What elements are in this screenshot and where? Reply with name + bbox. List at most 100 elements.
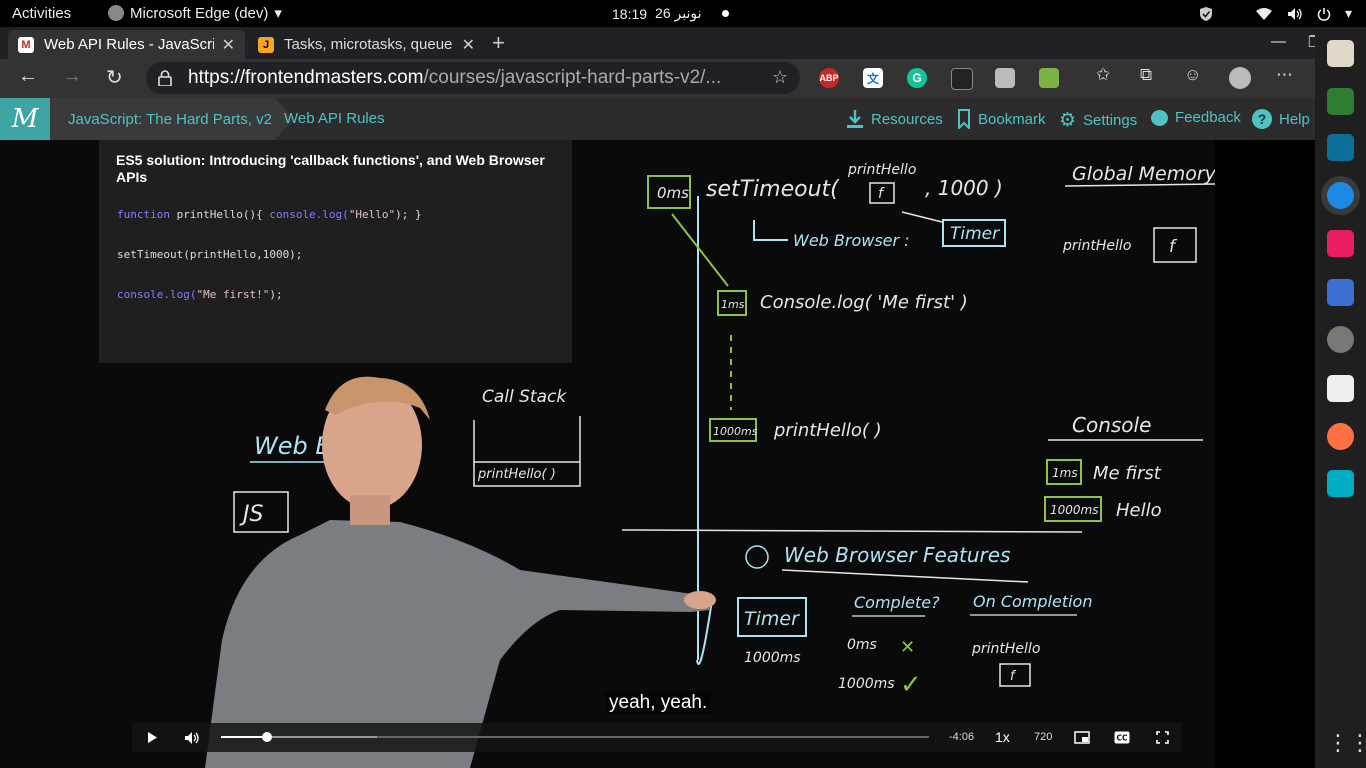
volume-icon[interactable] — [184, 731, 200, 745]
new-tab-button[interactable]: + — [492, 30, 505, 56]
subtitle-caption: yeah, yeah. — [605, 692, 712, 714]
playback-speed-button[interactable]: 1x — [995, 729, 1010, 745]
player-controls: -4:06 1x 720 CC — [132, 723, 1182, 752]
wb-zero-ms: 0ms — [847, 637, 877, 653]
progress-handle[interactable] — [262, 732, 273, 742]
bookmark-link[interactable]: Bookmark — [957, 109, 1046, 129]
more-options-icon[interactable]: ⋯ — [1276, 65, 1293, 85]
show-applications-icon[interactable]: ⋮⋮ — [1327, 730, 1366, 757]
fullscreen-icon[interactable] — [1156, 731, 1169, 744]
time-remaining: -4:06 — [949, 731, 975, 743]
close-tab-icon[interactable]: ✕ — [222, 35, 235, 55]
feedback-label: Feedback — [1175, 109, 1241, 126]
address-bar[interactable]: https://frontendmasters.com/courses/java… — [146, 62, 800, 94]
code-call: console.log( — [117, 288, 197, 301]
wb-global-memory: Global Memory — [1072, 163, 1215, 185]
breadcrumb-course[interactable]: JavaScript: The Hard Parts, v2 — [50, 98, 294, 140]
app-icon[interactable] — [1327, 134, 1354, 161]
close-tab-icon[interactable]: ✕ — [462, 35, 475, 55]
activities-button[interactable]: Activities — [12, 5, 71, 22]
back-arrow-icon[interactable]: ← — [18, 65, 38, 88]
clock[interactable]: 18:19 26 نونبر — [612, 5, 729, 22]
help-label: Help — [1279, 110, 1310, 128]
help-circle-icon: ? — [1252, 109, 1272, 129]
tab-title: Web API Rules - JavaScrip — [44, 36, 214, 53]
adblock-plus-icon[interactable]: ABP — [819, 68, 839, 88]
postman-icon[interactable] — [1327, 423, 1354, 450]
wb-console-title: Console — [1072, 413, 1151, 437]
quality-button[interactable]: 720 — [1034, 731, 1052, 743]
wb-call-stack-item: printHello( ) — [477, 467, 556, 482]
slide-title: ES5 solution: Introducing 'callback func… — [116, 152, 545, 185]
svg-text:CC: CC — [1117, 734, 1129, 743]
settings-link[interactable]: ⚙ Settings — [1059, 109, 1137, 132]
progress-bar[interactable] — [221, 732, 929, 742]
wb-call-stack: Call Stack — [482, 387, 567, 407]
clock-date: 26 نونبر — [655, 5, 702, 21]
wb-1ms: 1ms — [721, 298, 745, 311]
collections-icon[interactable]: ⧉ — [1140, 65, 1152, 85]
wb-thousand: , 1000 ) — [925, 176, 1003, 200]
frontendmasters-logo[interactable]: M — [0, 98, 50, 140]
application-dock: ⋮⋮ — [1315, 27, 1366, 768]
extension-icon[interactable] — [951, 68, 973, 90]
system-top-bar: Activities Microsoft Edge (dev) ▾ 18:19 … — [0, 0, 1366, 27]
edge-app-icon — [108, 5, 124, 21]
app-menu-label: Microsoft Edge (dev) — [130, 4, 269, 22]
wb-thousand-ms: 1000ms — [838, 676, 895, 692]
code-line-2: setTimeout(printHello,1000); — [117, 248, 303, 261]
document-viewer-icon[interactable] — [1327, 375, 1354, 402]
wb-timer: Timer — [950, 224, 1000, 244]
help-link[interactable]: ? Help — [1252, 109, 1310, 129]
grammarly-icon[interactable]: G — [907, 68, 927, 88]
clock-app-icon[interactable] — [1327, 326, 1354, 353]
wb-web-browser: Web Browser : — [793, 231, 910, 250]
wb-printhello-mem: printHello — [1062, 238, 1131, 254]
favorite-star-icon[interactable]: ☆ — [772, 67, 788, 88]
screenshot-icon[interactable] — [1327, 279, 1354, 306]
edge-dev-icon[interactable] — [1327, 182, 1354, 209]
breadcrumb-lesson[interactable]: Web API Rules — [284, 110, 385, 127]
wb-js: JS — [239, 502, 263, 527]
wb-console-log: Console.log( 'Me first' ) — [760, 292, 968, 313]
gear-icon: ⚙ — [1059, 110, 1077, 131]
picture-in-picture-icon[interactable] — [1074, 731, 1090, 744]
system-tray[interactable]: ▾ — [1199, 5, 1352, 22]
intellij-icon[interactable] — [1327, 230, 1354, 257]
code-text: ); } — [395, 208, 422, 221]
closed-captions-icon[interactable]: CC — [1114, 731, 1130, 744]
profile-avatar[interactable] — [1229, 67, 1251, 89]
app-menu[interactable]: Microsoft Edge (dev) ▾ — [108, 4, 282, 22]
favorites-icon[interactable]: ✩ — [1096, 65, 1110, 85]
wb-console-1000ms: 1000ms — [1050, 503, 1098, 517]
minimize-icon[interactable]: ― — [1271, 33, 1286, 51]
webstorm-icon[interactable] — [1327, 470, 1354, 497]
tab-web-api-rules[interactable]: M Web API Rules - JavaScrip ✕ — [8, 30, 245, 59]
files-icon[interactable] — [1327, 40, 1354, 67]
power-icon — [1317, 7, 1331, 21]
wb-on-completion: On Completion — [973, 592, 1092, 611]
forward-arrow-icon[interactable]: → — [62, 65, 82, 88]
code-string: "Hello" — [348, 208, 396, 221]
url-path: /courses/javascript-hard-parts-v2/... — [423, 67, 722, 88]
wb-printhello-call: printHello( ) — [773, 420, 882, 441]
tab-tasks-microtasks[interactable]: J Tasks, microtasks, queue ✕ — [248, 30, 485, 59]
refresh-icon[interactable]: ↻ — [106, 65, 123, 90]
app-icon[interactable] — [1327, 88, 1354, 115]
download-icon — [847, 110, 863, 128]
notification-dot-icon — [721, 10, 729, 17]
feedback-icon[interactable]: ☺ — [1184, 65, 1201, 85]
wb-console-me-first: Me first — [1093, 463, 1162, 484]
wb-timer-ms: 1000ms — [744, 650, 801, 666]
translate-icon[interactable]: 文 — [863, 68, 883, 88]
extension-icon[interactable] — [1039, 68, 1059, 88]
play-icon[interactable] — [147, 731, 158, 744]
lock-icon — [158, 70, 172, 86]
resources-link[interactable]: Resources — [846, 109, 943, 129]
bookmark-label: Bookmark — [978, 110, 1046, 128]
extension-icon[interactable] — [995, 68, 1015, 88]
wb-web-left: Web B — [254, 432, 332, 460]
feedback-link[interactable]: Feedback — [1151, 109, 1241, 126]
video-player[interactable]: 0ms setTimeout( printHello f , 1000 ) We… — [0, 140, 1315, 768]
wb-printhello-cb: printHello — [971, 641, 1040, 657]
